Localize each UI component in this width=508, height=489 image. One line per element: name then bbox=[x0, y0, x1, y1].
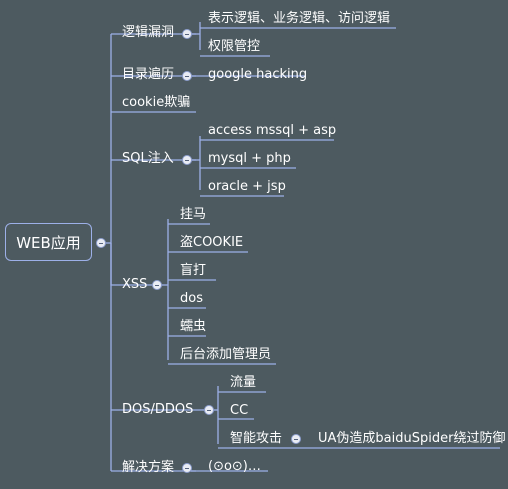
leaf-emoticon[interactable]: (⊙o⊙)… bbox=[208, 459, 261, 475]
branch-logic-flaw[interactable]: 逻辑漏洞 bbox=[122, 25, 174, 41]
mind-map-canvas: WEB应用 逻辑漏洞 目录遍历 cookie欺骗 SQL注入 XSS DOS/D… bbox=[0, 0, 508, 489]
leaf-worm[interactable]: 蠕虫 bbox=[180, 319, 206, 335]
leaf-add-admin[interactable]: 后台添加管理员 bbox=[180, 347, 271, 363]
leaf-cc[interactable]: CC bbox=[230, 403, 248, 419]
collapse-minus-icon[interactable] bbox=[182, 29, 192, 39]
leaf-steal-cookie[interactable]: 盗COOKIE bbox=[180, 235, 243, 251]
collapse-minus-icon[interactable] bbox=[291, 434, 301, 444]
leaf-logic-types[interactable]: 表示逻辑、业务逻辑、访问逻辑 bbox=[208, 11, 390, 27]
collapse-minus-icon[interactable] bbox=[204, 405, 214, 415]
branch-sql-injection[interactable]: SQL注入 bbox=[122, 151, 174, 167]
branch-dos-ddos[interactable]: DOS/DDOS bbox=[122, 402, 193, 418]
leaf-dos[interactable]: dos bbox=[180, 291, 203, 307]
leaf-ua-spoof[interactable]: UA伪造成baiduSpider绕过防御 bbox=[318, 431, 505, 447]
leaf-google-hacking[interactable]: google hacking bbox=[208, 67, 307, 83]
branch-cookie-spoofing[interactable]: cookie欺骗 bbox=[122, 95, 190, 111]
leaf-mysql-php[interactable]: mysql + php bbox=[208, 151, 291, 167]
collapse-minus-icon[interactable] bbox=[152, 280, 162, 290]
collapse-minus-icon[interactable] bbox=[96, 238, 106, 248]
leaf-traffic[interactable]: 流量 bbox=[230, 375, 256, 391]
branch-xss[interactable]: XSS bbox=[122, 277, 147, 293]
collapse-minus-icon[interactable] bbox=[182, 155, 192, 165]
leaf-blind-xss[interactable]: 盲打 bbox=[180, 263, 206, 279]
collapse-minus-icon[interactable] bbox=[182, 463, 192, 473]
branch-directory-traversal[interactable]: 目录遍历 bbox=[122, 67, 174, 83]
leaf-smart-attack[interactable]: 智能攻击 bbox=[230, 431, 282, 447]
root-node[interactable]: WEB应用 bbox=[5, 223, 92, 261]
leaf-access-mssql-asp[interactable]: access mssql + asp bbox=[208, 123, 336, 139]
leaf-oracle-jsp[interactable]: oracle + jsp bbox=[208, 179, 286, 195]
collapse-minus-icon[interactable] bbox=[182, 71, 192, 81]
leaf-permission-control[interactable]: 权限管控 bbox=[208, 39, 260, 55]
branch-solution[interactable]: 解决方案 bbox=[122, 460, 174, 476]
leaf-trojan-hanging[interactable]: 挂马 bbox=[180, 207, 206, 223]
root-label: WEB应用 bbox=[16, 234, 81, 252]
